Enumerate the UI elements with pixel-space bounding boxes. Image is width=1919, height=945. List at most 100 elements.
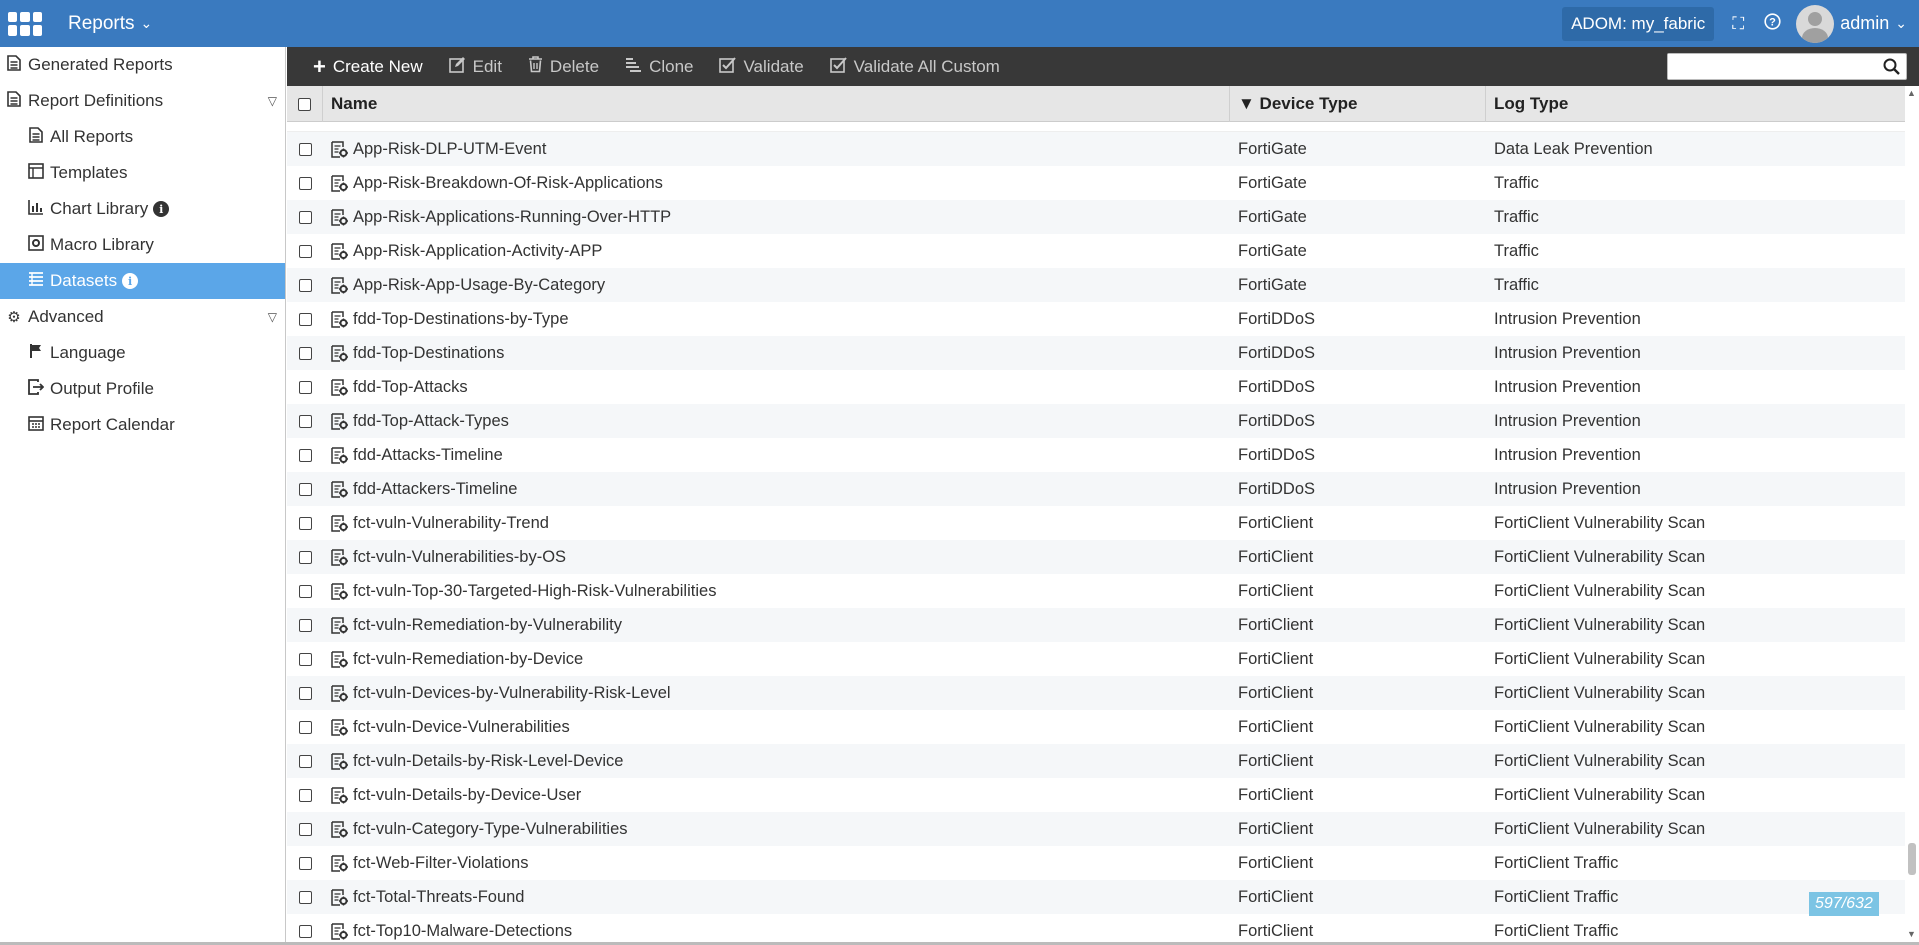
- row-checkbox[interactable]: [298, 176, 312, 190]
- scroll-down-arrow-icon[interactable]: ▼: [1907, 929, 1916, 939]
- scroll-up-arrow-icon[interactable]: ▲: [1907, 88, 1916, 98]
- table-row[interactable]: App-Risk-Application-Activity-APP FortiGa…: [287, 234, 1905, 268]
- table-row[interactable]: fct-vuln-Vulnerability-Trend FortiClient F…: [287, 506, 1905, 540]
- dataset-name[interactable]: fdd-Top-Destinations-by-Type: [353, 310, 569, 329]
- row-checkbox[interactable]: [298, 380, 312, 394]
- dataset-name[interactable]: fdd-Top-Attack-Types: [353, 412, 509, 431]
- table-row[interactable]: fct-vuln-Category-Type-Vulnerabilities Fo…: [287, 812, 1905, 846]
- table-row[interactable]: fct-vuln-Details-by-Risk-Level-Device For…: [287, 744, 1905, 778]
- sidebar-item-advanced[interactable]: ⚙ Advanced ▽: [0, 299, 285, 335]
- search-input[interactable]: [1668, 54, 1878, 79]
- table-row[interactable]: fct-vuln-Top-30-Targeted-High-Risk-Vulne…: [287, 574, 1905, 608]
- sidebar-item-templates[interactable]: Templates: [0, 155, 285, 191]
- dataset-name[interactable]: fct-vuln-Details-by-Risk-Level-Device: [353, 752, 623, 771]
- row-checkbox[interactable]: [298, 584, 312, 598]
- help-icon[interactable]: ?: [1762, 12, 1782, 35]
- row-checkbox[interactable]: [298, 924, 312, 938]
- row-checkbox[interactable]: [298, 210, 312, 224]
- dataset-name[interactable]: fct-vuln-Vulnerabilities-by-OS: [353, 548, 566, 567]
- dataset-name[interactable]: fct-vuln-Device-Vulnerabilities: [353, 718, 570, 737]
- dataset-name[interactable]: App-Risk-DLP-UTM-Event: [353, 140, 546, 159]
- delete-button[interactable]: Delete: [528, 55, 599, 78]
- column-header-log-type[interactable]: Log Type: [1486, 86, 1905, 122]
- row-checkbox[interactable]: [298, 516, 312, 530]
- dataset-name[interactable]: fct-vuln-Top-30-Targeted-High-Risk-Vulne…: [353, 582, 716, 601]
- row-checkbox[interactable]: [298, 754, 312, 768]
- dataset-name[interactable]: fct-Top10-Malware-Detections: [353, 922, 572, 941]
- dataset-name[interactable]: fct-vuln-Remediation-by-Vulnerability: [353, 616, 622, 635]
- info-icon[interactable]: i: [122, 273, 139, 289]
- table-row[interactable]: fct-Web-Filter-Violations FortiClient Fort…: [287, 846, 1905, 880]
- info-icon[interactable]: i: [153, 201, 170, 217]
- dataset-name[interactable]: fct-vuln-Category-Type-Vulnerabilities: [353, 820, 628, 839]
- sidebar-item-datasets[interactable]: Datasets i: [0, 263, 285, 299]
- dataset-name[interactable]: fct-Total-Threats-Found: [353, 888, 524, 907]
- sidebar-item-macro-library[interactable]: Macro Library: [0, 227, 285, 263]
- table-row[interactable]: fdd-Top-Destinations FortiDDoS Intrusion P…: [287, 336, 1905, 370]
- fullscreen-icon[interactable]: ⛶: [1728, 14, 1748, 34]
- dataset-name[interactable]: fdd-Attackers-Timeline: [353, 480, 517, 499]
- row-checkbox[interactable]: [298, 414, 312, 428]
- dataset-name[interactable]: App-Risk-App-Usage-By-Category: [353, 276, 605, 295]
- row-checkbox[interactable]: [298, 686, 312, 700]
- dataset-name[interactable]: App-Risk-Breakdown-Of-Risk-Applications: [353, 174, 663, 193]
- row-checkbox[interactable]: [298, 482, 312, 496]
- chevron-down-icon[interactable]: ▽: [268, 310, 277, 324]
- sidebar-item-output-profile[interactable]: Output Profile: [0, 371, 285, 407]
- dataset-name[interactable]: fct-Web-Filter-Violations: [353, 854, 528, 873]
- table-row[interactable]: fct-vuln-Devices-by-Vulnerability-Risk-L…: [287, 676, 1905, 710]
- row-checkbox[interactable]: [298, 618, 312, 632]
- dataset-name[interactable]: fct-vuln-Details-by-Device-User: [353, 786, 581, 805]
- dataset-name[interactable]: fdd-Top-Destinations: [353, 344, 504, 363]
- row-checkbox[interactable]: [298, 244, 312, 258]
- scrollbar-thumb[interactable]: [1908, 843, 1916, 875]
- adom-selector[interactable]: ADOM: my_fabric: [1562, 6, 1715, 41]
- row-checkbox[interactable]: [298, 550, 312, 564]
- app-switcher[interactable]: Reports ⌄: [68, 13, 152, 35]
- sidebar-item-all-reports[interactable]: All Reports: [0, 119, 285, 155]
- sidebar-item-chart-library[interactable]: Chart Library i: [0, 191, 285, 227]
- row-checkbox[interactable]: [298, 278, 312, 292]
- table-row[interactable]: fct-vuln-Remediation-by-Device FortiClien…: [287, 642, 1905, 676]
- table-row[interactable]: fct-vuln-Remediation-by-Vulnerability For…: [287, 608, 1905, 642]
- table-row[interactable]: fdd-Top-Attacks FortiDDoS Intrusion Preven…: [287, 370, 1905, 404]
- dataset-name[interactable]: fct-vuln-Devices-by-Vulnerability-Risk-L…: [353, 684, 671, 703]
- table-row[interactable]: App-Risk-Breakdown-Of-Risk-Applications F…: [287, 166, 1905, 200]
- search-icon[interactable]: [1882, 57, 1902, 77]
- edit-button[interactable]: Edit: [448, 56, 502, 78]
- row-checkbox[interactable]: [298, 312, 312, 326]
- select-all-checkbox[interactable]: [298, 97, 311, 111]
- table-row[interactable]: App-Risk-DLP-UTM-Event FortiGate Data Leak…: [287, 132, 1905, 166]
- row-checkbox[interactable]: [298, 822, 312, 836]
- dataset-name[interactable]: App-Risk-Application-Activity-APP: [353, 242, 602, 261]
- dataset-name[interactable]: App-Risk-Applications-Running-Over-HTTP: [353, 208, 671, 227]
- table-row[interactable]: App-Risk-App-Usage-By-Category FortiGate T…: [287, 268, 1905, 302]
- row-checkbox[interactable]: [298, 720, 312, 734]
- row-checkbox[interactable]: [298, 890, 312, 904]
- table-row[interactable]: fdd-Top-Destinations-by-Type FortiDDoS Int…: [287, 302, 1905, 336]
- sidebar-item-report-definitions[interactable]: Report Definitions ▽: [0, 83, 285, 119]
- app-grid-icon[interactable]: [8, 11, 42, 36]
- dataset-name[interactable]: fct-vuln-Remediation-by-Device: [353, 650, 583, 669]
- row-checkbox[interactable]: [298, 142, 312, 156]
- dataset-name[interactable]: fdd-Top-Attacks: [353, 378, 468, 397]
- table-row[interactable]: fdd-Attacks-Timeline FortiDDoS Intrusion P…: [287, 438, 1905, 472]
- table-row[interactable]: fct-vuln-Details-by-Device-User FortiClie…: [287, 778, 1905, 812]
- validate-all-custom-button[interactable]: Validate All Custom: [829, 56, 1000, 78]
- validate-button[interactable]: Validate: [719, 56, 804, 78]
- table-row[interactable]: fdd-Top-Attack-Types FortiDDoS Intrusion P…: [287, 404, 1905, 438]
- clone-button[interactable]: Clone: [625, 57, 693, 77]
- table-row[interactable]: App-Risk-Applications-Running-Over-HTTP F…: [287, 200, 1905, 234]
- table-row[interactable]: fct-Total-Threats-Found FortiClient FortiC…: [287, 880, 1905, 914]
- row-checkbox[interactable]: [298, 856, 312, 870]
- column-header-name[interactable]: Name: [323, 86, 1230, 122]
- create-new-button[interactable]: + Create New: [313, 54, 423, 80]
- dataset-name[interactable]: fdd-Attacks-Timeline: [353, 446, 503, 465]
- sidebar-item-language[interactable]: Language: [0, 335, 285, 371]
- row-checkbox[interactable]: [298, 346, 312, 360]
- column-header-device-type[interactable]: ▼ Device Type: [1230, 86, 1486, 122]
- row-checkbox[interactable]: [298, 652, 312, 666]
- table-row[interactable]: fct-vuln-Vulnerabilities-by-OS FortiClien…: [287, 540, 1905, 574]
- table-row[interactable]: fct-Top10-Malware-Detections FortiClient F…: [287, 914, 1905, 941]
- user-menu[interactable]: admin ⌄: [1796, 4, 1907, 43]
